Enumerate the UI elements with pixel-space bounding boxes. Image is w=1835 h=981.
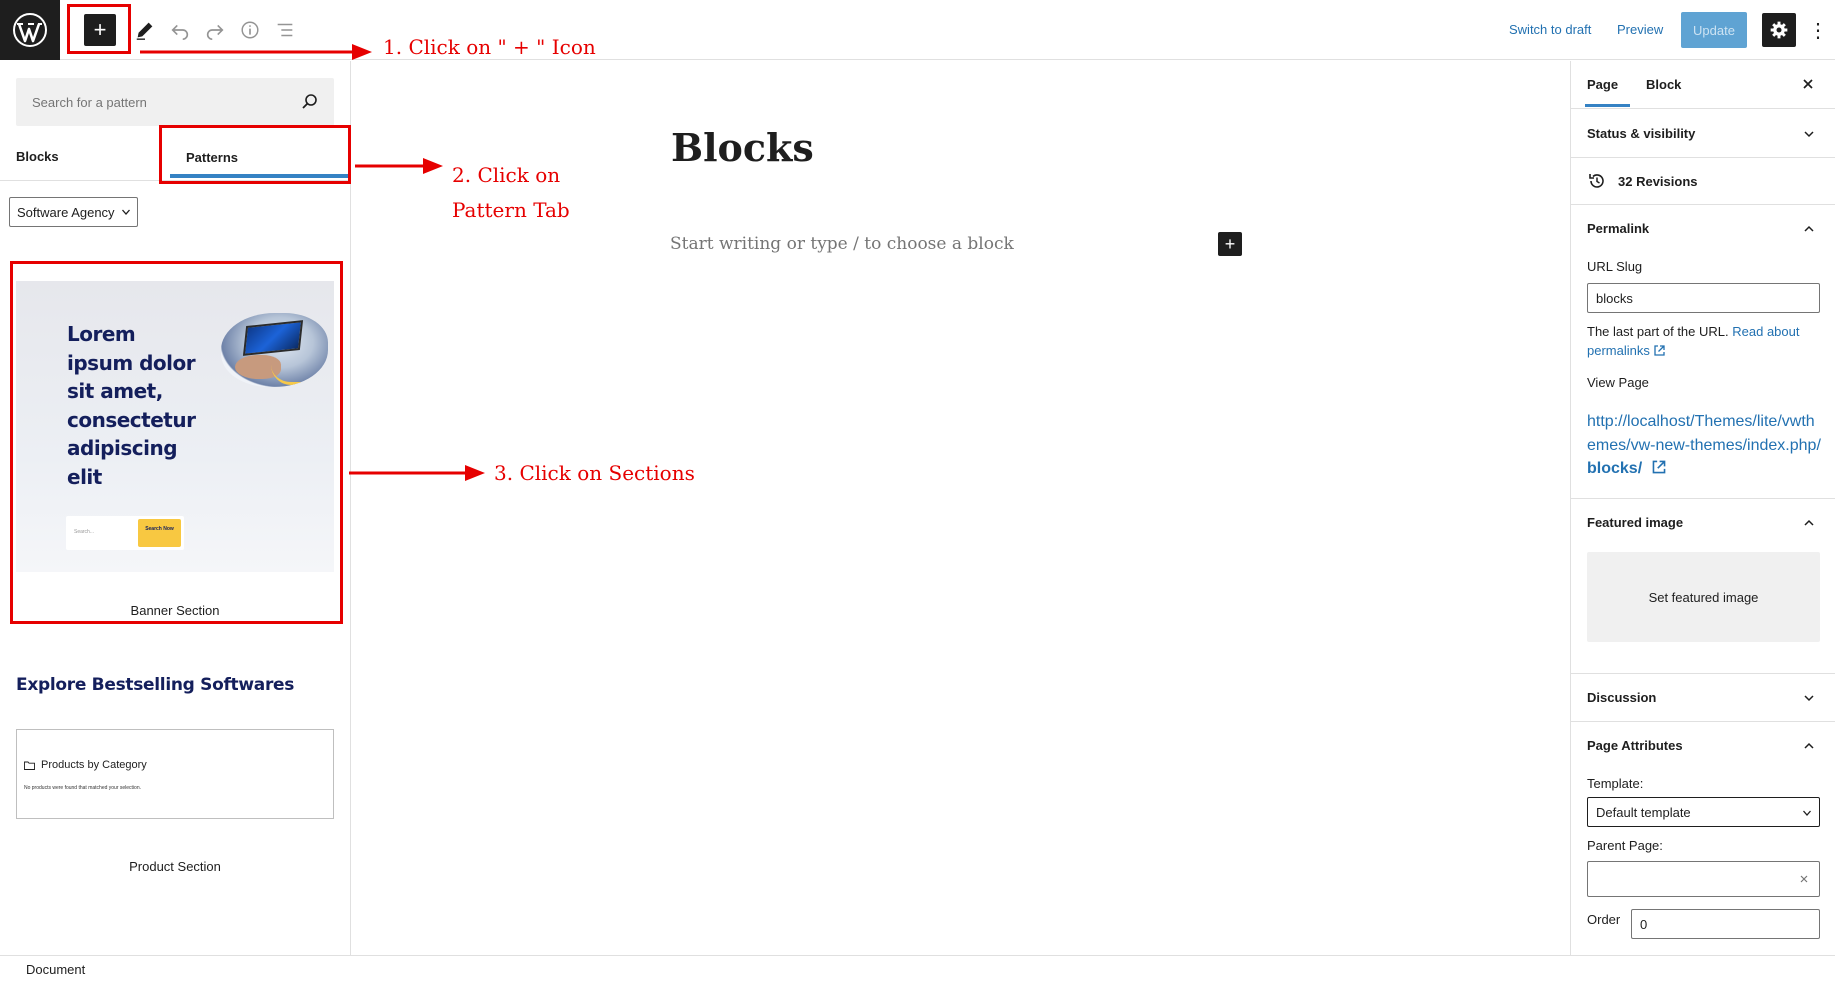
wordpress-logo-icon-glyph	[13, 13, 47, 47]
folder-icon	[24, 761, 35, 770]
chevron-down-icon[interactable]	[1803, 128, 1815, 140]
chevron-up-icon[interactable]	[1803, 223, 1815, 235]
revisions-link[interactable]: 32 Revisions	[1618, 174, 1698, 189]
permalink-heading[interactable]: Permalink	[1587, 221, 1649, 236]
edit-pencil-icon[interactable]	[131, 16, 159, 44]
pattern-search	[16, 78, 334, 126]
url-slug-input[interactable]: blocks	[1587, 283, 1820, 313]
chevron-down-icon	[1803, 810, 1811, 816]
order-label: Order	[1587, 912, 1621, 927]
url-slug-label: URL Slug	[1587, 259, 1643, 274]
view-page-url-slug: blocks/	[1587, 460, 1643, 477]
annotation-step-1: 1. Click on " + " Icon	[383, 35, 596, 59]
clear-icon[interactable]	[1799, 874, 1809, 884]
info-icon[interactable]	[236, 16, 264, 44]
annotation-step-2-line-1: 2. Click on	[452, 163, 561, 187]
plus-icon: +	[1224, 234, 1236, 254]
order-input[interactable]: 0	[1631, 909, 1820, 939]
template-select[interactable]: Default template	[1587, 797, 1820, 827]
revisions-icon	[1589, 174, 1604, 188]
product-empty-note: No products were found that matched your…	[24, 785, 142, 791]
product-section-label[interactable]: Product Section	[16, 859, 334, 874]
chevron-down-icon	[122, 209, 130, 215]
template-label: Template:	[1587, 776, 1644, 791]
explore-heading[interactable]: Explore Bestselling Softwares	[16, 675, 294, 695]
product-category-title: Products by Category	[41, 759, 147, 771]
view-page-url-prefix: http://localhost/Themes/lite/vwthemes/vw…	[1587, 413, 1821, 454]
pattern-search-input[interactable]	[16, 78, 286, 126]
tab-blocks[interactable]: Blocks	[16, 149, 59, 164]
inline-add-block-button[interactable]: +	[1218, 232, 1242, 256]
annotation-box-sections	[10, 261, 343, 624]
page-title[interactable]: Blocks	[671, 125, 814, 170]
tab-page[interactable]: Page	[1585, 69, 1630, 107]
discussion-heading[interactable]: Discussion	[1587, 690, 1656, 705]
chevron-up-icon[interactable]	[1803, 517, 1815, 529]
featured-image-heading[interactable]: Featured image	[1587, 515, 1683, 530]
view-page-label: View Page	[1587, 375, 1649, 390]
product-section-pattern[interactable]: Products by Category No products were fo…	[16, 729, 334, 819]
editor-footer: Document	[0, 955, 1835, 981]
annotation-arrow-2	[355, 158, 443, 174]
annotation-arrow-3	[349, 465, 485, 481]
template-value: Default template	[1596, 805, 1691, 820]
annotation-arrow-1	[140, 44, 372, 60]
close-icon[interactable]	[1800, 76, 1816, 92]
tab-block[interactable]: Block	[1646, 69, 1681, 107]
more-options-icon[interactable]: ⋮	[1808, 16, 1828, 44]
set-featured-image-button[interactable]: Set featured image	[1587, 552, 1820, 642]
status-visibility-heading[interactable]: Status & visibility	[1587, 126, 1695, 141]
view-page-url[interactable]: http://localhost/Themes/lite/vwthemes/vw…	[1587, 410, 1823, 481]
chevron-down-icon[interactable]	[1803, 692, 1815, 704]
wordpress-logo-icon[interactable]	[0, 0, 60, 60]
redo-icon[interactable]	[201, 16, 229, 44]
breadcrumb[interactable]: Document	[26, 962, 85, 977]
switch-to-draft-button[interactable]: Switch to draft	[1509, 22, 1591, 37]
undo-icon[interactable]	[166, 16, 194, 44]
chevron-up-icon[interactable]	[1803, 740, 1815, 752]
list-view-icon[interactable]	[271, 16, 299, 44]
annotation-box-add	[67, 4, 131, 54]
permalink-help-text: The last part of the URL.	[1587, 324, 1729, 339]
settings-gear-icon[interactable]	[1762, 13, 1796, 47]
preview-button[interactable]: Preview	[1617, 22, 1663, 37]
pattern-category-select[interactable]: Software Agency	[9, 197, 138, 227]
external-link-icon	[1652, 460, 1665, 474]
settings-sidebar: Page Block Status & visibility 32 Revisi…	[1570, 61, 1835, 955]
annotation-step-3: 3. Click on Sections	[494, 461, 695, 485]
annotation-box-patterns	[159, 125, 351, 184]
block-appender-placeholder[interactable]: Start writing or type / to choose a bloc…	[670, 234, 1014, 254]
parent-page-combobox[interactable]	[1587, 861, 1820, 897]
page-attributes-heading[interactable]: Page Attributes	[1587, 738, 1683, 753]
pattern-category-value: Software Agency	[17, 204, 115, 220]
external-link-icon	[1654, 345, 1666, 356]
update-button[interactable]: Update	[1681, 12, 1747, 48]
search-icon	[302, 94, 317, 109]
annotation-step-2-line-2: Pattern Tab	[452, 198, 570, 222]
permalink-help: The last part of the URL. Read about per…	[1587, 322, 1823, 360]
parent-page-label: Parent Page:	[1587, 838, 1663, 853]
